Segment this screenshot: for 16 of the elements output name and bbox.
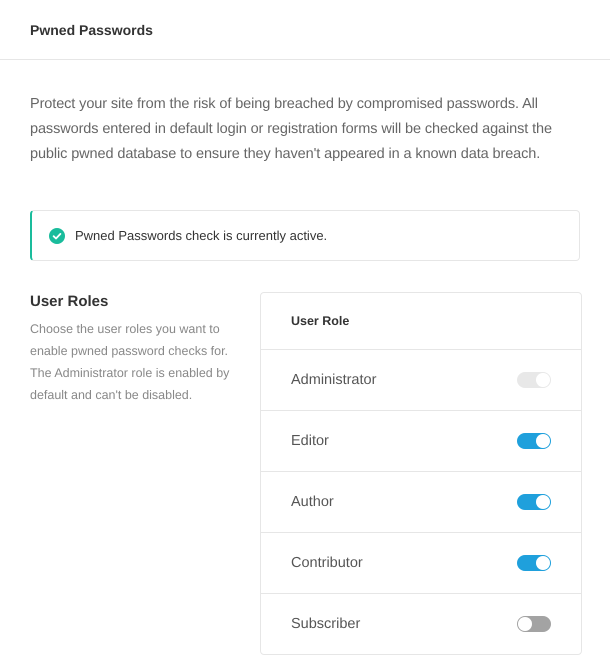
role-name: Contributor [291, 555, 363, 571]
role-name: Editor [291, 433, 329, 449]
column-header: User Role [291, 314, 350, 328]
description-text: Protect your site from the risk of being breached by compromised passwords. All passwords entered in default login or registration forms will be checked against the public pwned database to ensure they haven't appeared in a known data breach. [30, 95, 553, 164]
toggle-switch[interactable] [517, 494, 551, 510]
role-name: Subscriber [291, 616, 360, 632]
toggle-switch[interactable] [517, 555, 551, 571]
notice-text: Pwned Passwords check is currently active. [75, 228, 328, 243]
toggle-switch[interactable] [517, 433, 551, 449]
toggle-switch[interactable] [517, 616, 551, 632]
panel-title: Pwned Passwords [30, 22, 153, 38]
check-circle-icon [49, 228, 65, 244]
role-name: Administrator [291, 372, 376, 388]
role-name: Author [291, 494, 334, 510]
section-title: User Roles [30, 292, 110, 312]
section-description: Choose the user roles you want to enable pwned password checks for. The Administrator role is enabled by default and can't be disabled. [30, 321, 230, 404]
